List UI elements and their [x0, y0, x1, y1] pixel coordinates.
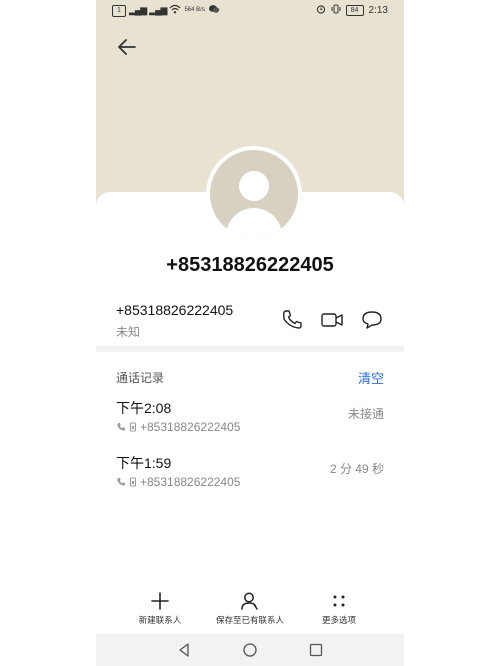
- call-meta: +85318826222405: [116, 475, 240, 489]
- person-icon: [241, 592, 258, 610]
- message-button[interactable]: [360, 308, 384, 332]
- contact-number: +85318826222405: [116, 302, 234, 318]
- video-call-icon: [321, 313, 343, 327]
- status-left: 1 ▂▄▆ ▂▄▆ 564 B/s: [112, 4, 220, 17]
- call-log-header: 通话记录: [116, 371, 165, 385]
- call-time: 下午2:08: [116, 400, 172, 416]
- call-log-row[interactable]: 下午1:59 +85318826222405 2 分 49 秒: [96, 453, 404, 503]
- call-number: +85318826222405: [140, 475, 241, 489]
- nav-home-button[interactable]: [242, 642, 258, 658]
- sim1-icon: 1: [112, 4, 126, 17]
- sim-card-icon: [130, 477, 136, 487]
- more-options-button[interactable]: 更多选项: [294, 590, 384, 626]
- more-dots-icon: [333, 595, 345, 607]
- triangle-back-icon: [179, 643, 189, 657]
- alarm-icon: [316, 4, 326, 17]
- call-button[interactable]: [280, 308, 304, 332]
- video-call-button[interactable]: [320, 308, 344, 332]
- phone-screen: 1 ▂▄▆ ▂▄▆ 564 B/s 84 2:13 +8531882622240…: [96, 0, 404, 666]
- call-meta: +85318826222405: [116, 420, 240, 434]
- status-right: 84 2:13: [316, 4, 388, 17]
- net-speed: 564 B/s: [184, 7, 205, 13]
- status-bar: 1 ▂▄▆ ▂▄▆ 564 B/s 84 2:13: [96, 0, 404, 24]
- new-contact-label: 新建联系人: [138, 615, 182, 625]
- bottom-action-bar: 新建联系人 保存至已有联系人 更多选项: [96, 590, 404, 634]
- wechat-icon: [208, 4, 220, 17]
- section-divider: [96, 346, 404, 352]
- circle-home-icon: [243, 643, 257, 657]
- call-type-icon: [117, 423, 125, 431]
- call-status: 未接通: [347, 407, 384, 421]
- avatar-head: [239, 171, 269, 201]
- system-nav-bar: [96, 634, 404, 666]
- avatar: [206, 146, 302, 242]
- back-button[interactable]: [116, 36, 138, 58]
- more-options-label: 更多选项: [321, 615, 356, 625]
- signal-icon: ▂▄▆: [129, 5, 147, 15]
- nav-recents-button[interactable]: [308, 642, 324, 658]
- call-time: 下午1:59: [116, 455, 172, 471]
- battery-icon: 84: [345, 5, 364, 16]
- call-type-icon: [117, 478, 125, 486]
- sim-card-icon: [130, 422, 136, 432]
- new-contact-button[interactable]: 新建联系人: [115, 590, 205, 626]
- contact-location-label: 未知: [116, 325, 141, 339]
- signal2-icon: ▂▄▆: [149, 5, 167, 15]
- contact-title-number: +85318826222405: [166, 254, 334, 276]
- wifi-icon: [169, 4, 181, 17]
- call-status: 2 分 49 秒: [329, 462, 384, 476]
- nav-back-button[interactable]: [176, 642, 192, 658]
- clock: 2:13: [368, 5, 388, 16]
- back-arrow-icon: [118, 39, 136, 55]
- message-icon: [362, 311, 382, 329]
- phone-icon: [283, 310, 302, 329]
- vibrate-icon: [331, 4, 341, 17]
- call-log-row[interactable]: 下午2:08 +85318826222405 未接通: [96, 398, 404, 448]
- square-recents-icon: [309, 643, 323, 657]
- save-to-existing-label: 保存至已有联系人: [215, 615, 284, 625]
- save-to-existing-button[interactable]: 保存至已有联系人: [205, 590, 295, 626]
- clear-log-button[interactable]: 清空: [358, 368, 384, 387]
- call-number: +85318826222405: [140, 420, 241, 434]
- plus-icon: [151, 592, 169, 610]
- avatar-body: [226, 208, 282, 238]
